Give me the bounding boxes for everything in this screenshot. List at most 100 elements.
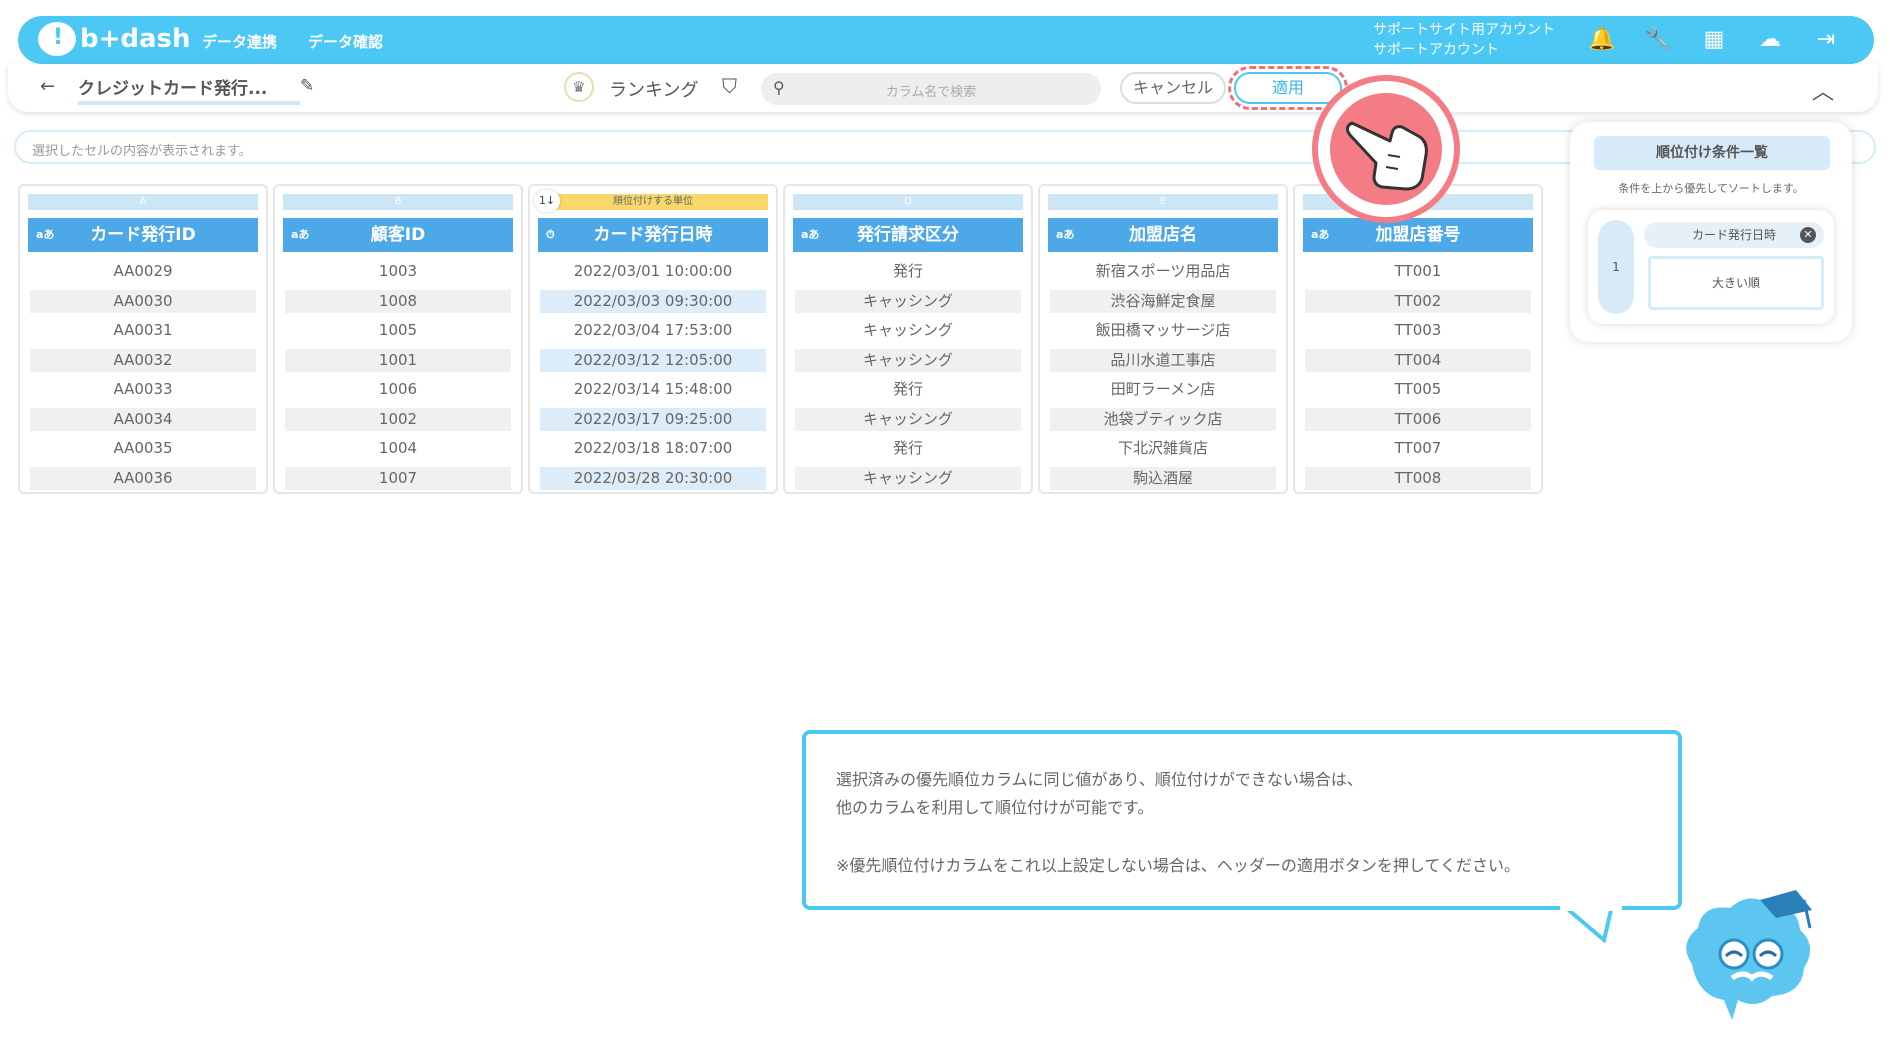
table-cell[interactable]: キャッシング <box>795 319 1021 342</box>
table-cell[interactable]: 田町ラーメン店 <box>1050 378 1276 401</box>
table-cell[interactable]: 駒込酒屋 <box>1050 467 1276 490</box>
remove-condition-icon[interactable]: ✕ <box>1800 227 1816 243</box>
table-cell[interactable]: TT004 <box>1305 349 1531 372</box>
condition-priority-number[interactable]: 1 <box>1598 220 1634 314</box>
text-type-icon: aあ <box>36 228 55 241</box>
table-cell[interactable]: 2022/03/01 10:00:00 <box>540 260 766 283</box>
table-cell[interactable]: 新宿スポーツ用品店 <box>1050 260 1276 283</box>
edit-pencil-icon[interactable]: ✎ <box>300 76 314 96</box>
column-e[interactable]: E aあ 加盟店名 新宿スポーツ用品店 渋谷海鮮定食屋 飯田橋マッサージ店 品川水… <box>1038 184 1288 494</box>
column-f[interactable]: F aあ加盟店番号 TT001 TT002 TT003 TT004 TT005 … <box>1293 184 1543 494</box>
column-c-rank-unit[interactable]: 順位付けする単位 1↓ ⏱ カード発行日時 2022/03/01 10:00:00… <box>528 184 778 494</box>
column-header-label: 発行請求区分 <box>857 225 959 245</box>
table-cell[interactable]: TT002 <box>1305 290 1531 313</box>
table-cell[interactable]: キャッシング <box>795 408 1021 431</box>
table-cell[interactable]: TT001 <box>1305 260 1531 283</box>
ranking-condition[interactable]: 1 カード発行日時 ✕ 大きい順 <box>1588 210 1834 324</box>
table-cell[interactable]: 1004 <box>285 437 511 460</box>
bdash-logo[interactable]: b+dash <box>38 22 191 56</box>
table-cell[interactable]: 2022/03/28 20:30:00 <box>540 467 766 490</box>
table-cell[interactable]: TT006 <box>1305 408 1531 431</box>
table-cell[interactable]: AA0035 <box>30 437 256 460</box>
pointing-hand-icon <box>1345 121 1428 191</box>
table-cell[interactable]: 池袋ブティック店 <box>1050 408 1276 431</box>
table-cell[interactable]: 2022/03/18 18:07:00 <box>540 437 766 460</box>
table-cell[interactable]: 2022/03/03 09:30:00 <box>540 290 766 313</box>
text-type-icon: aあ <box>1311 228 1330 241</box>
crown-icon: ♛ <box>564 72 594 102</box>
column-header[interactable]: aあ 加盟店番号 <box>1303 218 1533 252</box>
table-cell[interactable]: TT005 <box>1305 378 1531 401</box>
ranking-label: ランキング <box>609 80 699 101</box>
column-letter: B <box>283 194 513 210</box>
column-header[interactable]: aあ カード発行ID <box>28 218 258 252</box>
table-cell[interactable]: AA0034 <box>30 408 256 431</box>
condition-order-select[interactable]: 大きい順 <box>1648 256 1824 310</box>
page-title[interactable]: クレジットカード発行... <box>78 74 300 105</box>
table-cell[interactable]: TT003 <box>1305 319 1531 342</box>
table-cell[interactable]: 1003 <box>285 260 511 283</box>
click-pointer-indicator <box>1312 75 1460 223</box>
column-header[interactable]: ⏱ カード発行日時 <box>538 218 768 252</box>
condition-column-chip[interactable]: カード発行日時 ✕ <box>1644 222 1824 248</box>
bell-icon[interactable]: 🔔 <box>1588 26 1616 54</box>
nav-link-data-integration[interactable]: データ連携 <box>202 31 277 52</box>
table-cell[interactable]: 1006 <box>285 378 511 401</box>
table-cell[interactable]: 1008 <box>285 290 511 313</box>
table-cell[interactable]: 2022/03/17 09:25:00 <box>540 408 766 431</box>
column-a[interactable]: A aあ カード発行ID AA0029 AA0030 AA0031 AA0032 … <box>18 184 268 494</box>
table-cell[interactable]: 1002 <box>285 408 511 431</box>
table-cell[interactable]: TT007 <box>1305 437 1531 460</box>
table-cell[interactable]: キャッシング <box>795 290 1021 313</box>
beginner-mark-icon[interactable]: ⛉ <box>722 74 737 98</box>
table-cell[interactable]: キャッシング <box>795 349 1021 372</box>
table-cell[interactable]: 飯田橋マッサージ店 <box>1050 319 1276 342</box>
bubble-line-3: ※優先順位付けカラムをこれ以上設定しない場合は、ヘッダーの適用ボタンを押してくだ… <box>836 856 1520 875</box>
column-header[interactable]: aあ 発行請求区分 <box>793 218 1023 252</box>
pointer-circle <box>1330 93 1442 205</box>
panel-description: 条件を上から優先してソートします。 <box>1618 182 1804 195</box>
apply-button[interactable]: 適用 <box>1234 72 1342 104</box>
rank-order-icon[interactable]: 1↓ <box>534 190 560 212</box>
table-cell[interactable]: AA0032 <box>30 349 256 372</box>
bubble-tail <box>1560 906 1622 944</box>
collapse-chevron-icon[interactable]: ︿ <box>1812 74 1834 106</box>
table-cell[interactable]: AA0031 <box>30 319 256 342</box>
table-cell[interactable]: 1005 <box>285 319 511 342</box>
table-cell[interactable]: TT008 <box>1305 467 1531 490</box>
apps-grid-icon[interactable]: ▦ <box>1700 26 1728 54</box>
nav-link-data-check[interactable]: データ確認 <box>308 31 383 52</box>
back-arrow-icon[interactable]: ← <box>40 76 55 97</box>
table-cell[interactable]: 1001 <box>285 349 511 372</box>
table-cell[interactable]: 渋谷海鮮定食屋 <box>1050 290 1276 313</box>
table-cell[interactable]: 発行 <box>795 437 1021 460</box>
logo-bubble-icon <box>38 22 76 56</box>
table-cell[interactable]: AA0029 <box>30 260 256 283</box>
tutorial-speech-bubble: 選択済みの優先順位カラムに同じ値があり、順位付けができない場合は、 他のカラムを… <box>802 730 1682 910</box>
table-cell[interactable]: 発行 <box>795 378 1021 401</box>
table-cell[interactable]: 1007 <box>285 467 511 490</box>
table-cell[interactable]: AA0030 <box>30 290 256 313</box>
cancel-button[interactable]: キャンセル <box>1120 72 1226 104</box>
table-cell[interactable]: 発行 <box>795 260 1021 283</box>
column-search-field[interactable]: ⚲ カラム名で検索 <box>761 73 1101 105</box>
chat-mascot-icon[interactable]: ☁ <box>1756 26 1784 54</box>
wrench-icon[interactable]: 🔧 <box>1644 26 1672 54</box>
column-header[interactable]: aあ 顧客ID <box>283 218 513 252</box>
logout-icon[interactable]: ⇥ <box>1812 26 1840 54</box>
column-b[interactable]: B aあ 顧客ID 1003 1008 1005 1001 1006 1002 1… <box>273 184 523 494</box>
table-cell[interactable]: 2022/03/04 17:53:00 <box>540 319 766 342</box>
table-cell[interactable]: 下北沢雑貨店 <box>1050 437 1276 460</box>
table-cell[interactable]: キャッシング <box>795 467 1021 490</box>
table-cell[interactable]: 品川水道工事店 <box>1050 349 1276 372</box>
column-header-label: 加盟店番号 <box>1375 225 1461 245</box>
panel-title: 順位付け条件一覧 <box>1594 136 1830 170</box>
table-cell[interactable]: AA0036 <box>30 467 256 490</box>
table-cell[interactable]: 2022/03/14 15:48:00 <box>540 378 766 401</box>
mascot-brain-character-icon <box>1686 890 1812 1020</box>
column-d[interactable]: D aあ 発行請求区分 発行 キャッシング キャッシング キャッシング 発行 キャ… <box>783 184 1033 494</box>
table-cell[interactable]: 2022/03/12 12:05:00 <box>540 349 766 372</box>
column-header[interactable]: aあ 加盟店名 <box>1048 218 1278 252</box>
table-cell[interactable]: AA0033 <box>30 378 256 401</box>
account-info[interactable]: サポートサイト用アカウント サポートアカウント <box>1373 20 1555 60</box>
